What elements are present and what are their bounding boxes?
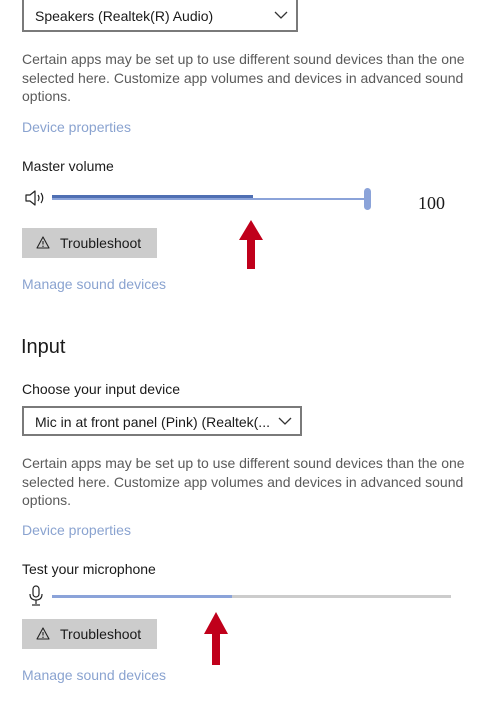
test-microphone-label: Test your microphone (22, 561, 156, 577)
microphone-level-fill (52, 595, 232, 598)
red-arrow-annotation-volume (239, 220, 263, 269)
input-device-value: Mic in at front panel (Pink) (Realtek(..… (35, 414, 270, 430)
master-volume-thumb[interactable] (364, 188, 371, 210)
output-device-dropdown[interactable]: Speakers (Realtek(R) Audio) (22, 0, 298, 32)
master-volume-label: Master volume (22, 158, 114, 174)
output-description: Certain apps may be set up to use differ… (22, 51, 465, 104)
speaker-icon[interactable] (24, 189, 48, 207)
output-device-properties-link[interactable]: Device properties (22, 119, 131, 135)
output-manage-devices-link[interactable]: Manage sound devices (22, 276, 166, 292)
warning-icon (36, 627, 50, 640)
input-device-properties-link[interactable]: Device properties (22, 522, 131, 538)
input-description: Certain apps may be set up to use differ… (22, 455, 465, 508)
output-troubleshoot-button[interactable]: Troubleshoot (22, 228, 157, 258)
input-device-dropdown[interactable]: Mic in at front panel (Pink) (Realtek(..… (22, 406, 302, 436)
output-troubleshoot-label: Troubleshoot (60, 235, 142, 251)
chevron-down-icon (274, 11, 288, 19)
microphone-icon (29, 585, 43, 606)
input-troubleshoot-button[interactable]: Troubleshoot (22, 619, 157, 649)
microphone-level-meter (52, 595, 451, 598)
master-volume-value: 100 (418, 193, 445, 213)
input-manage-devices-link[interactable]: Manage sound devices (22, 667, 166, 683)
choose-input-label: Choose your input device (22, 381, 180, 397)
warning-icon (36, 236, 50, 249)
input-section-heading: Input (21, 336, 66, 358)
input-troubleshoot-label: Troubleshoot (60, 626, 142, 642)
red-arrow-annotation-mic (204, 612, 228, 665)
output-device-value: Speakers (Realtek(R) Audio) (35, 8, 214, 24)
master-volume-track-shadow (52, 198, 253, 200)
chevron-down-icon (278, 417, 292, 425)
master-volume-track (253, 198, 365, 200)
